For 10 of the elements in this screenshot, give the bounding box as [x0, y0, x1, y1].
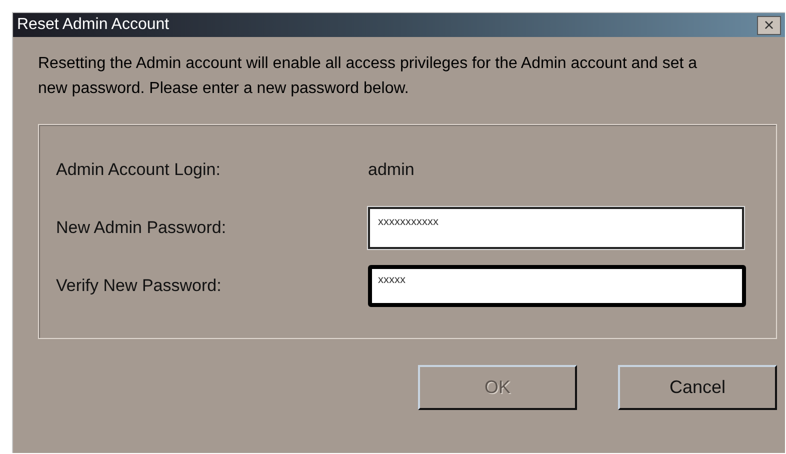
field-label: New Admin Password:: [56, 217, 228, 240]
close-button[interactable]: ×: [757, 16, 781, 34]
field-label: Admin Account Login:: [56, 159, 222, 182]
login-value: admin: [368, 159, 414, 182]
window-title: Reset Admin Account: [17, 15, 170, 35]
cancel-button[interactable]: Cancel: [618, 365, 777, 410]
description-text: Resetting the Admin account will enable all access privileges for the Admin account and set a new password. Please enter a new password below.: [38, 54, 698, 99]
password-field[interactable]: xxxxxxxxxxx: [368, 207, 744, 249]
field-label: Verify New Password:: [56, 275, 222, 298]
password-field[interactable]: xxxxx: [368, 265, 746, 307]
